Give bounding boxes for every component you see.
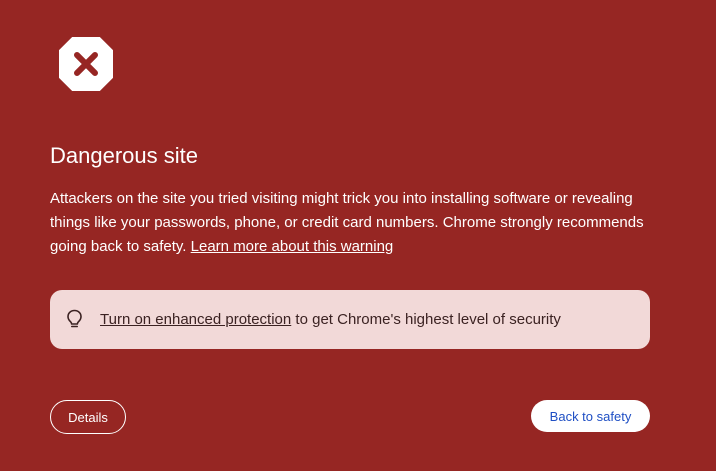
promo-text: Turn on enhanced protection to get Chrom… <box>100 310 561 330</box>
back-to-safety-button[interactable]: Back to safety <box>531 400 650 432</box>
details-button[interactable]: Details <box>50 400 126 434</box>
promo-rest-text: to get Chrome's highest level of securit… <box>295 311 561 328</box>
page-title: Dangerous site <box>50 143 198 168</box>
warning-icon <box>57 35 115 93</box>
learn-more-link[interactable]: Learn more about this warning <box>191 238 394 255</box>
warning-message: Attackers on the site you tried visiting… <box>50 187 660 259</box>
enhanced-protection-link[interactable]: Turn on enhanced protection <box>100 311 291 328</box>
stop-x-icon <box>57 35 115 93</box>
enhanced-protection-promo: Turn on enhanced protection to get Chrom… <box>50 290 650 349</box>
lightbulb-icon <box>67 309 82 328</box>
